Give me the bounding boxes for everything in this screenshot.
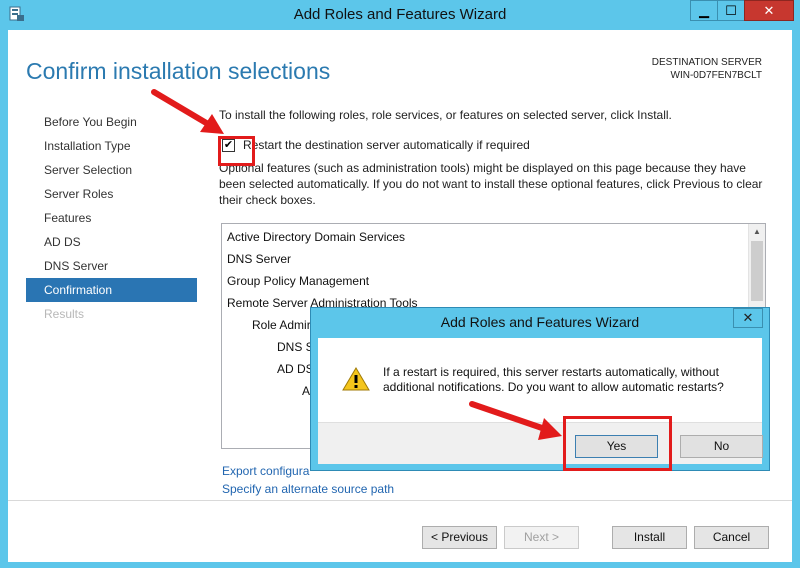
restart-option[interactable]: ✔ Restart the destination server automat… [219,136,779,158]
destination-server-name: WIN-0D7FEN7BCLT [670,70,763,81]
destination-server-info: DESTINATION SERVER WIN-0D7FEN7BCLT [652,56,762,82]
optional-features-note: Optional features (such as administratio… [219,161,763,207]
alternate-source-path-link[interactable]: Specify an alternate source path [222,480,394,498]
list-item: A [302,384,311,398]
wizard-client-area: Confirm installation selections DESTINAT… [8,30,792,562]
page-title: Confirm installation selections [26,58,331,84]
list-item: AD DS [277,362,314,376]
no-button[interactable]: No [680,435,763,458]
previous-button[interactable]: < Previous [422,526,497,549]
cancel-button[interactable]: Cancel [694,526,769,549]
nav-item-dns-server[interactable]: DNS Server [26,254,197,278]
list-item: Group Policy Management [227,274,370,288]
confirmation-content: To install the following roles, role ser… [219,108,779,208]
next-button: Next > [504,526,579,549]
close-button[interactable]: ✕ [744,0,794,21]
nav-item-confirmation[interactable]: Confirmation [26,278,197,302]
yes-button-highlight [563,416,672,471]
annotation-arrow-icon [151,89,224,134]
warning-icon [342,367,370,391]
wizard-window: Add Roles and Features Wizard ▁ ☐ ✕ Conf… [0,0,800,568]
dialog-message: If a restart is required, this server re… [383,365,724,394]
title-bar[interactable]: Add Roles and Features Wizard ▁ ☐ ✕ [0,0,800,30]
install-button[interactable]: Install [612,526,687,549]
maximize-button[interactable]: ☐ [717,0,745,21]
nav-item-results: Results [44,307,85,321]
minimize-button[interactable]: ▁ [690,0,718,21]
scroll-up-arrow-icon[interactable]: ▲ [749,224,765,240]
dialog-close-button[interactable]: ✕ [733,308,763,328]
list-item: Role Admir [252,318,311,332]
restart-confirmation-dialog: Add Roles and Features Wizard ✕ If a res… [310,307,770,471]
nav-item-server-selection[interactable]: Server Selection [26,158,197,182]
nav-item-features[interactable]: Features [26,206,197,230]
checkbox-highlight [218,136,255,166]
destination-server-label: DESTINATION SERVER [651,57,762,68]
restart-checkbox-label[interactable]: Restart the destination server automatic… [243,138,530,152]
window-title: Add Roles and Features Wizard [293,6,507,23]
list-item: DNS Server [227,252,292,266]
nav-item-server-roles[interactable]: Server Roles [26,182,197,206]
list-item: DNS S [277,340,314,354]
list-item: Active Directory Domain Services [227,230,406,244]
dialog-title: Add Roles and Features Wizard [440,314,640,330]
wizard-steps-nav: Before You Begin Installation Type Serve… [26,110,197,326]
scroll-thumb[interactable] [751,241,763,301]
nav-item-ad-ds[interactable]: AD DS [26,230,197,254]
footer-divider [8,500,792,501]
intro-text: To install the following roles, role ser… [219,108,672,122]
annotation-arrow-icon [469,401,562,440]
